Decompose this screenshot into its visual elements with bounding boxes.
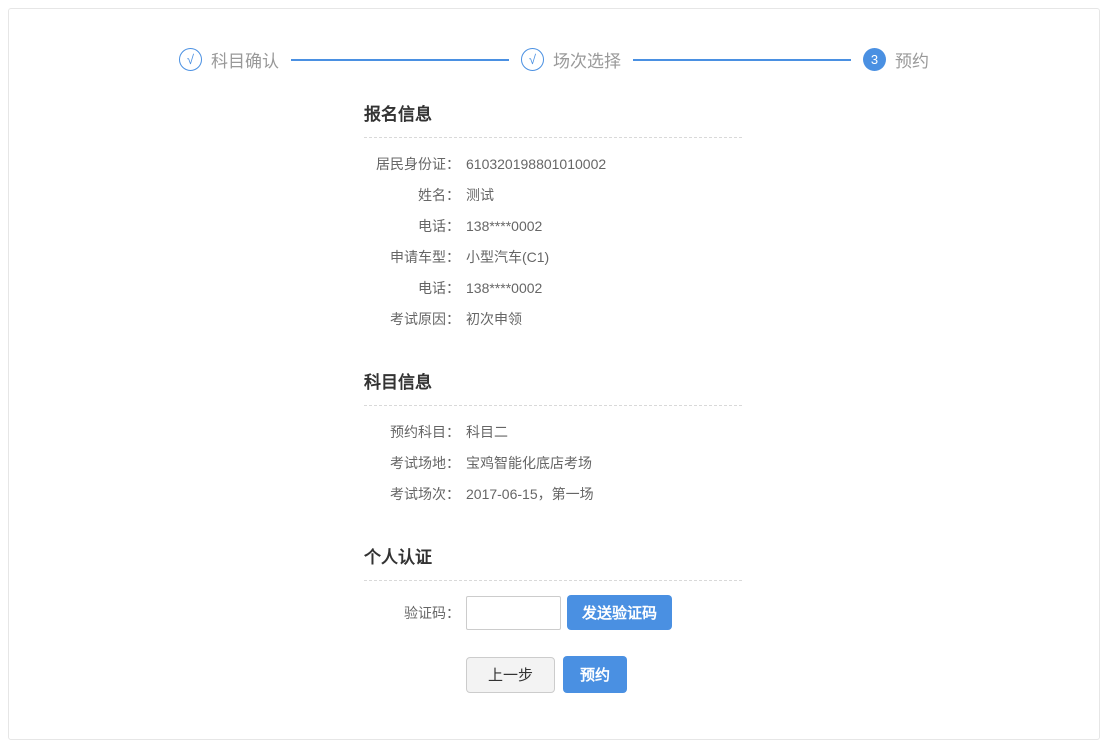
row-value: 138****0002 [466,218,542,234]
row-label: 电话： [364,278,460,298]
row-value: 2017-06-15，第一场 [466,484,594,504]
info-row-id-number: 居民身份证： 610320198801010002 [364,148,742,179]
content-column: 报名信息 居民身份证： 610320198801010002 姓名： 测试 电话… [364,100,742,693]
row-value: 宝鸡智能化底店考场 [466,453,592,473]
info-row-vehicle-type: 申请车型： 小型汽车(C1) [364,241,742,272]
step-appointment[interactable]: 3 预约 [863,47,929,72]
step-label: 预约 [895,47,929,72]
info-row-booked-subject: 预约科目： 科目二 [364,416,742,447]
info-row-exam-reason: 考试原因： 初次申领 [364,303,742,334]
stepper-connector-line [291,59,509,61]
verification-code-label: 验证码： [364,603,460,623]
send-verification-code-button[interactable]: 发送验证码 [567,595,672,630]
previous-step-button[interactable]: 上一步 [466,657,555,693]
section-registration-info: 报名信息 居民身份证： 610320198801010002 姓名： 测试 电话… [364,100,742,334]
verification-code-row: 验证码： 发送验证码 [364,595,742,630]
row-label: 申请车型： [364,247,460,267]
row-value: 测试 [466,185,494,205]
step-done-check-icon: √ [521,48,544,71]
row-value: 138****0002 [466,280,542,296]
step-number-badge: 3 [863,48,886,71]
row-label: 姓名： [364,185,460,205]
registration-rows: 居民身份证： 610320198801010002 姓名： 测试 电话： 138… [364,138,742,334]
bottom-actions: 上一步 预约 [466,656,742,693]
step-label: 场次选择 [553,47,621,72]
stepper-connector-line [633,59,851,61]
row-label: 居民身份证： [364,154,460,174]
stepper: √ 科目确认 √ 场次选择 3 预约 [9,47,1099,72]
info-row-phone: 电话： 138****0002 [364,210,742,241]
info-row-phone-2: 电话： 138****0002 [364,272,742,303]
info-row-exam-session: 考试场次： 2017-06-15，第一场 [364,478,742,509]
row-value: 科目二 [466,422,508,442]
section-title: 报名信息 [364,100,742,138]
row-value: 610320198801010002 [466,156,606,172]
row-label: 考试场地： [364,453,460,473]
section-title: 科目信息 [364,368,742,406]
verification-code-input[interactable] [466,596,561,630]
appointment-panel: √ 科目确认 √ 场次选择 3 预约 报名信息 居民身份证： 610320198… [8,8,1100,740]
row-label: 电话： [364,216,460,236]
row-value: 初次申领 [466,309,522,329]
row-label: 考试原因： [364,309,460,329]
subject-rows: 预约科目： 科目二 考试场地： 宝鸡智能化底店考场 考试场次： 2017-06-… [364,406,742,509]
section-title: 个人认证 [364,543,742,581]
step-done-check-icon: √ [179,48,202,71]
info-row-name: 姓名： 测试 [364,179,742,210]
step-subject-confirm[interactable]: √ 科目确认 [179,47,279,72]
section-personal-verification: 个人认证 验证码： 发送验证码 [364,543,742,630]
book-appointment-button[interactable]: 预约 [563,656,627,693]
row-value: 小型汽车(C1) [466,247,549,267]
section-subject-info: 科目信息 预约科目： 科目二 考试场地： 宝鸡智能化底店考场 考试场次： 201… [364,368,742,509]
step-session-select[interactable]: √ 场次选择 [521,47,621,72]
step-label: 科目确认 [211,47,279,72]
row-label: 预约科目： [364,422,460,442]
info-row-exam-site: 考试场地： 宝鸡智能化底店考场 [364,447,742,478]
row-label: 考试场次： [364,484,460,504]
